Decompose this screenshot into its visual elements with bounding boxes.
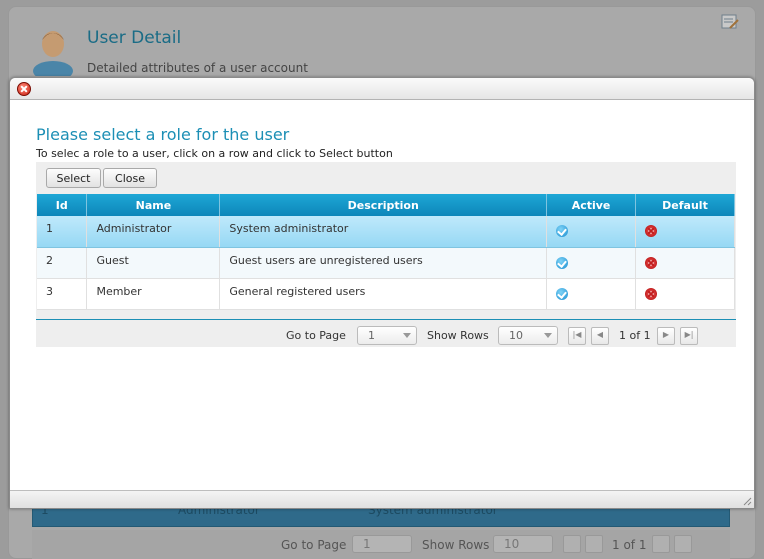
close-icon[interactable] <box>17 82 31 96</box>
table-row[interactable]: 3 Member General registered users <box>37 278 735 310</box>
select-role-dialog: Please select a role for the user To sel… <box>9 77 755 509</box>
prev-page-icon: ◀ <box>596 330 604 339</box>
page-title: User Detail <box>87 28 182 48</box>
close-button[interactable]: Close <box>103 168 157 188</box>
select-button[interactable]: Select <box>46 168 101 188</box>
first-page-icon: |◀ <box>572 330 582 339</box>
goto-page-label: Go to Page <box>286 329 346 342</box>
background-page-select: 1 <box>352 535 412 553</box>
cell-id: 2 <box>37 247 88 279</box>
cell-default <box>635 278 735 310</box>
page-info: 1 of 1 <box>619 329 651 342</box>
dialog-instruction: To selec a role to a user, click on a ro… <box>36 147 393 160</box>
table-row[interactable]: 1 Administrator System administrator <box>37 216 735 248</box>
cell-description: System administrator <box>219 216 548 248</box>
active-check-icon <box>556 225 569 237</box>
next-page-button[interactable]: ▶ <box>657 327 675 345</box>
show-rows-label: Show Rows <box>427 329 489 342</box>
cell-name: Administrator <box>86 216 221 248</box>
roles-grid: Select Close Id Name Description Active … <box>36 162 736 347</box>
table-header-row: Id Name Description Active Default <box>37 194 735 216</box>
column-header-default[interactable]: Default <box>635 194 735 216</box>
user-avatar-icon <box>33 31 73 76</box>
dialog-heading: Please select a role for the user <box>36 125 290 144</box>
not-default-icon <box>645 225 658 237</box>
cell-description: General registered users <box>219 278 548 310</box>
background-last-page-icon <box>674 535 692 553</box>
rows-select-value: 10 <box>509 329 523 342</box>
roles-table: Id Name Description Active Default 1 Adm… <box>37 194 735 310</box>
rows-select[interactable]: 10 <box>498 326 558 345</box>
not-default-icon <box>645 287 658 300</box>
active-check-icon <box>556 287 569 300</box>
grid-toolbar: Select Close <box>36 162 736 194</box>
background-prev-page-icon <box>585 535 603 553</box>
background-first-page-icon <box>563 535 581 553</box>
last-page-icon: ▶| <box>684 330 694 339</box>
dialog-footer <box>10 490 754 508</box>
grid-pager: Go to Page 1 Show Rows 10 |◀ ◀ 1 of 1 ▶ … <box>36 319 736 347</box>
page-subtitle: Detailed attributes of a user account <box>87 61 308 75</box>
last-page-button[interactable]: ▶| <box>680 327 698 345</box>
edit-form-icon <box>721 14 739 29</box>
background-rows-label: Show Rows <box>422 538 490 552</box>
background-rows-select: 10 <box>493 535 553 553</box>
resize-handle-icon[interactable] <box>742 496 752 506</box>
next-page-icon: ▶ <box>662 330 670 339</box>
cell-name: Guest <box>86 247 221 279</box>
cell-active <box>546 278 637 310</box>
chevron-down-icon <box>403 333 411 338</box>
cell-active <box>546 247 637 279</box>
prev-page-button[interactable]: ◀ <box>591 327 609 345</box>
column-header-description[interactable]: Description <box>219 194 548 216</box>
cell-default <box>635 216 735 248</box>
background-goto-label: Go to Page <box>281 538 347 552</box>
background-next-page-icon <box>652 535 670 553</box>
column-header-id[interactable]: Id <box>37 194 88 216</box>
cell-id: 3 <box>37 278 88 310</box>
column-header-active[interactable]: Active <box>546 194 637 216</box>
column-header-name[interactable]: Name <box>86 194 221 216</box>
cell-name: Member <box>86 278 221 310</box>
first-page-button[interactable]: |◀ <box>568 327 586 345</box>
background-pager: Go to Page 1 Show Rows 10 1 of 1 <box>32 530 730 559</box>
chevron-down-icon <box>544 333 552 338</box>
active-check-icon <box>556 256 569 269</box>
dialog-titlebar[interactable] <box>10 78 754 100</box>
background-page-info: 1 of 1 <box>612 538 647 552</box>
page-select[interactable]: 1 <box>357 326 417 345</box>
cell-description: Guest users are unregistered users <box>219 247 548 279</box>
not-default-icon <box>645 256 658 269</box>
page-select-value: 1 <box>368 329 375 342</box>
table-row[interactable]: 2 Guest Guest users are unregistered use… <box>37 247 735 279</box>
cell-default <box>635 247 735 279</box>
cell-id: 1 <box>37 216 88 248</box>
cell-active <box>546 216 637 248</box>
